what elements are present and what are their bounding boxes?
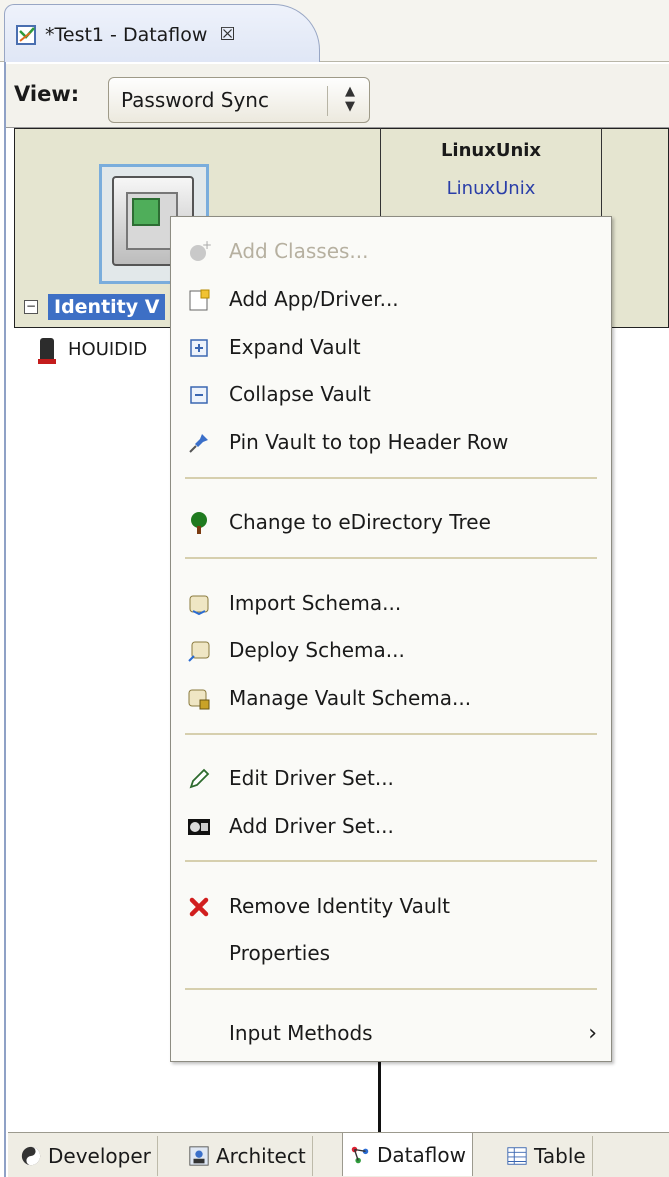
tab-developer[interactable]: Developer [14, 1136, 158, 1176]
tab-architect[interactable]: Architect [182, 1136, 313, 1176]
select-divider [327, 86, 328, 116]
tab-dataflow[interactable]: Dataflow [342, 1132, 473, 1176]
developer-icon [21, 1146, 41, 1166]
menu-item-edit-driver-set[interactable]: Edit Driver Set... [171, 758, 611, 798]
tree-icon [191, 512, 207, 534]
driver-set-icon [188, 819, 210, 835]
svg-text:+: + [202, 240, 211, 252]
dataflow-file-icon [16, 24, 36, 45]
menu-separator [185, 477, 597, 479]
deploy-schema-icon [188, 641, 210, 662]
expand-icon [190, 339, 208, 357]
tree-item[interactable]: HOUIDID [38, 338, 148, 364]
menu-separator [185, 733, 597, 735]
menu-separator [185, 988, 597, 990]
edit-pencil-icon [189, 768, 210, 789]
menu-item-input-methods[interactable]: Input Methods › [171, 1013, 611, 1053]
view-select-value: Password Sync [121, 88, 269, 112]
menu-separator [185, 557, 597, 559]
pin-icon [189, 434, 208, 453]
menu-item-pin-vault[interactable]: Pin Vault to top Header Row [171, 422, 611, 462]
close-icon[interactable]: ☒ [219, 24, 235, 45]
architect-icon [189, 1146, 209, 1166]
menu-item-collapse-vault[interactable]: Collapse Vault [171, 374, 611, 414]
dataflow-icon [351, 1146, 369, 1163]
editor-tab[interactable]: *Test1 - Dataflow ☒ [4, 4, 320, 64]
menu-item-change-edirectory[interactable]: Change to eDirectory Tree [171, 502, 611, 542]
table-icon [507, 1147, 527, 1165]
remove-icon [189, 897, 209, 917]
menu-item-properties[interactable]: Properties [171, 933, 611, 973]
editor-tab-title: *Test1 - Dataflow [45, 23, 208, 46]
collapse-toggle-icon[interactable]: − [24, 300, 38, 314]
connector-line [378, 1060, 381, 1140]
menu-item-manage-vault-schema[interactable]: Manage Vault Schema... [171, 678, 611, 718]
menu-item-add-app-driver[interactable]: Add App/Driver... [171, 279, 611, 319]
menu-item-add-classes: + Add Classes... [171, 231, 611, 271]
application-title: LinuxUnix [440, 140, 542, 161]
add-classes-icon: + [190, 240, 211, 261]
menu-separator [185, 860, 597, 862]
menu-item-remove-identity-vault[interactable]: Remove Identity Vault [171, 886, 611, 926]
menu-item-expand-vault[interactable]: Expand Vault [171, 327, 611, 367]
import-schema-icon [189, 595, 209, 616]
identity-vault-label[interactable]: Identity V [48, 294, 166, 320]
collapse-icon [190, 386, 208, 404]
updown-arrows-icon: ▲ ▼ [345, 84, 355, 114]
chevron-right-icon: › [588, 1020, 597, 1046]
menu-item-import-schema[interactable]: Import Schema... [171, 583, 611, 623]
view-label: View: [14, 82, 80, 106]
server-icon [38, 338, 56, 364]
application-link[interactable]: LinuxUnix [380, 178, 602, 199]
tree-item-label: HOUIDID [68, 338, 148, 360]
context-menu: + Add Classes... Add App/Driver... Expan… [170, 216, 612, 1062]
menu-item-deploy-schema[interactable]: Deploy Schema... [171, 630, 611, 670]
manage-schema-icon [188, 689, 210, 710]
menu-item-add-driver-set[interactable]: Add Driver Set... [171, 806, 611, 846]
tab-table[interactable]: Table [500, 1136, 593, 1176]
add-app-driver-icon [189, 289, 210, 311]
view-select[interactable]: Password Sync ▲ ▼ [108, 77, 370, 123]
